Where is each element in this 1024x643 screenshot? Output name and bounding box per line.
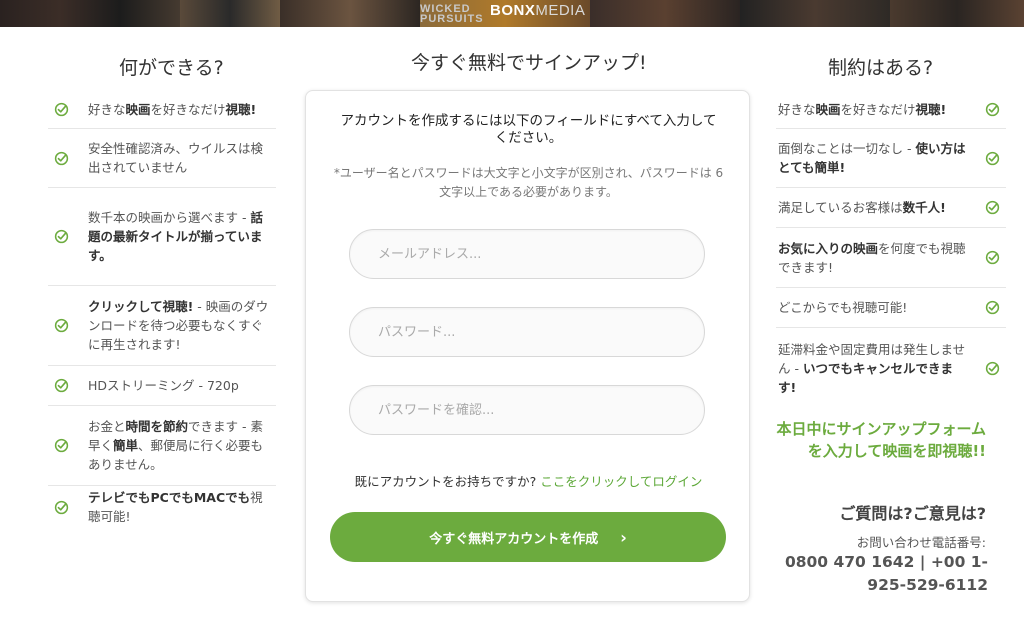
- feature-text-part: 安全性確認済み、ウイルスは検出されていません: [88, 141, 264, 175]
- feature-text: お気に入りの映画を何度でも視聴できます!: [778, 239, 966, 277]
- feature-text: 面倒なことは一切なし - 使い方はとても簡単!: [778, 139, 966, 177]
- login-prompt: 既にアカウントをお持ちですか? ここをクリックしてログイン: [306, 471, 751, 490]
- password-field[interactable]: [349, 307, 705, 357]
- feature-text-bold: 簡単: [113, 438, 139, 453]
- login-prompt-text: 既にアカウントをお持ちですか?: [354, 474, 537, 489]
- check-circle-icon: [54, 318, 69, 333]
- banner-image: [180, 0, 280, 27]
- feature-text-part: HDストリーミング - 720p: [88, 378, 239, 393]
- create-account-button[interactable]: 今すぐ無料アカウントを作成 ›: [330, 512, 726, 562]
- top-banner: WICKED PURSUITS BONXMEDIA: [0, 0, 1024, 27]
- create-account-label: 今すぐ無料アカウントを作成: [429, 531, 599, 547]
- password-note: *ユーザー名とパスワードは大文字と小文字が区別され、パスワードは 6 文字以上で…: [333, 166, 724, 199]
- check-circle-icon: [54, 229, 69, 244]
- banner-image: [280, 0, 420, 27]
- feature-list-left: 好きな映画を好きなだけ視聴! 安全性確認済み、ウイルスは検出されていません数千本の…: [48, 90, 276, 528]
- feature-text-part: どこからでも視聴可能!: [778, 300, 908, 315]
- feature-text-bold: お気に入りの映画: [778, 240, 879, 256]
- check-circle-icon: [54, 151, 69, 166]
- banner-image: [590, 0, 740, 27]
- email-field[interactable]: [349, 229, 705, 279]
- check-circle-icon: [54, 102, 69, 117]
- feature-text-bold: クリックして視聴!: [88, 299, 194, 314]
- check-circle-icon: [985, 102, 1000, 117]
- feature-text: どこからでも視聴可能!: [778, 298, 907, 317]
- feature-item: 好きな映画を好きなだけ視聴!: [48, 90, 276, 129]
- feature-text: クリックして視聴! - 映画のダウンロードを待つ必要もなくすぐに再生されます!: [88, 297, 272, 354]
- feature-text-part: 好きな: [778, 101, 816, 117]
- banner-image: [740, 0, 890, 27]
- feature-item: 安全性確認済み、ウイルスは検出されていません: [48, 129, 276, 188]
- feature-text: テレビでもPCでもMACでも視聴可能!: [88, 488, 272, 526]
- check-circle-icon: [985, 250, 1000, 265]
- feature-text-part: 好きな: [88, 101, 126, 117]
- feature-text-part: を好きなだけ: [840, 101, 916, 117]
- feature-text: お金と時間を節約できます - 素早く簡単、郵便局に行く必要もありません。: [88, 417, 272, 474]
- feature-text: 安全性確認済み、ウイルスは検出されていません: [88, 139, 272, 177]
- check-circle-icon: [985, 200, 1000, 215]
- check-circle-icon: [54, 378, 69, 393]
- feature-item: 延滞料金や固定費用は発生しません - いつでもキャンセルできます!: [776, 328, 1006, 408]
- feature-text-bold: 映画: [815, 101, 841, 117]
- feature-text-part: 満足しているお客様は: [778, 200, 903, 215]
- feature-text-bold: 時間を節約: [125, 419, 189, 434]
- feature-text: 満足しているお客様は数千人!: [778, 198, 946, 217]
- site-logo[interactable]: BONXMEDIA: [484, 0, 591, 22]
- signup-card: アカウントを作成するには以下のフィールドにすべて入力してください。 *ユーザー名…: [305, 90, 750, 602]
- feature-text-bold: 映画: [125, 101, 151, 117]
- feature-item: お金と時間を節約できます - 素早く簡単、郵便局に行く必要もありません。: [48, 406, 276, 486]
- feature-item: 満足しているお客様は数千人!: [776, 188, 1006, 228]
- feature-text: 延滞料金や固定費用は発生しません - いつでもキャンセルできます!: [778, 340, 966, 397]
- check-circle-icon: [54, 438, 69, 453]
- feature-item: テレビでもPCでもMACでも視聴可能!: [48, 486, 276, 528]
- banner-image: [0, 0, 180, 27]
- chevron-right-icon: ›: [620, 527, 627, 547]
- feature-text: 数千本の映画から選べます - 話題の最新タイトルが揃っています。: [88, 208, 272, 265]
- check-circle-icon: [54, 500, 69, 515]
- feature-text-part: 数千本の映画から選べます -: [88, 210, 251, 225]
- check-circle-icon: [985, 361, 1000, 376]
- feature-item: お気に入りの映画を何度でも視聴できます!: [776, 228, 1006, 288]
- feature-text-bold: 視聴!: [915, 101, 947, 117]
- feature-text-bold: テレビでもPCでもMACでも: [88, 490, 251, 505]
- right-column-title: 制約はある?: [828, 57, 934, 79]
- promo-text: 本日中にサインアップフォームを入力して映画を即視聴!!: [776, 420, 986, 460]
- phone-number[interactable]: 0800 470 1642 | +00 1-925-529-6112: [770, 551, 988, 597]
- feature-item: HDストリーミング - 720p: [48, 366, 276, 406]
- feature-item: 好きな映画を好きなだけ視聴!: [776, 90, 1006, 129]
- check-circle-icon: [985, 151, 1000, 166]
- feature-text-part: 面倒なことは一切なし -: [778, 141, 916, 156]
- feature-text-part: お金と: [88, 419, 126, 434]
- form-instructions: アカウントを作成するには以下のフィールドにすべて入力してください。: [340, 113, 717, 146]
- banner-poster-text: WICKED PURSUITS: [420, 3, 484, 25]
- feature-text-bold: 視聴!: [225, 101, 257, 117]
- feature-text: HDストリーミング - 720p: [88, 376, 239, 395]
- feature-text: 好きな映画を好きなだけ視聴!: [778, 100, 946, 119]
- feature-item: 面倒なことは一切なし - 使い方はとても簡単!: [776, 129, 1006, 188]
- feature-text-bold: 数千人!: [902, 200, 946, 215]
- feature-item: クリックして視聴! - 映画のダウンロードを待つ必要もなくすぐに再生されます!: [48, 286, 276, 366]
- login-link[interactable]: ここをクリックしてログイン: [540, 474, 702, 489]
- feature-text: 好きな映画を好きなだけ視聴!: [88, 100, 256, 119]
- check-circle-icon: [985, 300, 1000, 315]
- feature-item: どこからでも視聴可能!: [776, 288, 1006, 328]
- phone-label: お問い合わせ電話番号:: [856, 535, 986, 550]
- confirm-password-field[interactable]: [349, 385, 705, 435]
- feature-list-right: 好きな映画を好きなだけ視聴! 面倒なことは一切なし - 使い方はとても簡単! 満足し…: [776, 90, 1006, 408]
- left-column-title: 何ができる?: [119, 57, 224, 79]
- feature-item: 数千本の映画から選べます - 話題の最新タイトルが揃っています。: [48, 188, 276, 286]
- feature-text-part: を好きなだけ: [150, 101, 226, 117]
- feature-text-bold: いつでもキャンセルできます!: [778, 360, 953, 395]
- signup-title: 今すぐ無料でサインアップ!: [411, 52, 647, 74]
- questions-heading: ご質問は?ご意見は?: [839, 504, 986, 523]
- banner-image: [890, 0, 1024, 27]
